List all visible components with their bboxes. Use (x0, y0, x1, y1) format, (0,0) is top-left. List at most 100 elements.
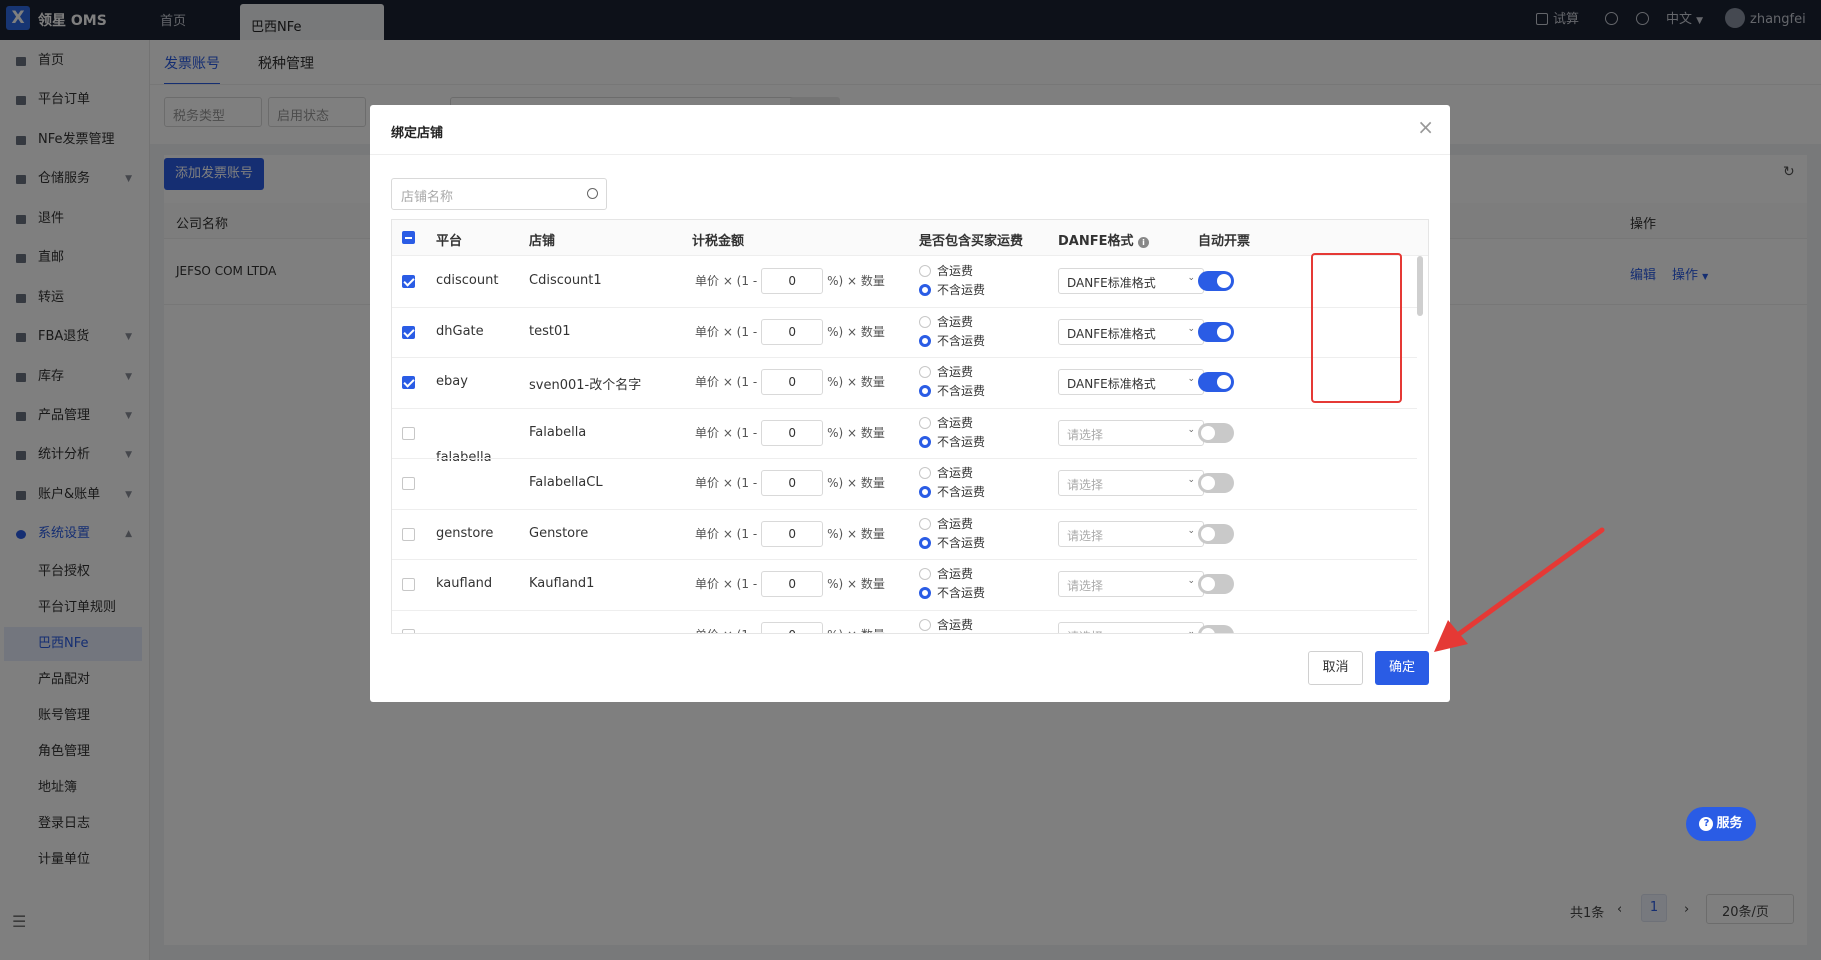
row-checkbox[interactable] (402, 426, 415, 440)
radio-icon (919, 334, 931, 347)
chevron-down-icon: ⌄ (1187, 374, 1195, 384)
tax-suffix: %) × 数量 (827, 526, 885, 541)
radio-label: 不含运费 (937, 333, 986, 348)
store-name: Genstore (529, 525, 589, 541)
close-icon[interactable]: × (1417, 117, 1434, 137)
danfe-format-select[interactable]: DANFE标准格式 ⌄ (1058, 318, 1204, 345)
radio-icon (919, 366, 931, 378)
store-name: Cdiscount1 (529, 273, 602, 288)
cancel-button[interactable]: 取消 (1308, 651, 1363, 685)
store-search-input[interactable]: 店铺名称 (391, 178, 607, 210)
freight-include-radio[interactable]: 含运费 (919, 617, 973, 633)
danfe-format-select[interactable]: 请选择 ⌄ (1058, 571, 1204, 597)
store-name: Falabella (529, 424, 587, 440)
row-divider (392, 306, 1417, 308)
freight-include-radio[interactable]: 含运费 (919, 465, 973, 481)
row-checkbox[interactable] (402, 527, 415, 541)
tax-suffix: %) × 数量 (827, 476, 885, 490)
freight-include-radio[interactable]: 含运费 (919, 364, 973, 380)
scrollbar[interactable] (1417, 256, 1423, 316)
freight-exclude-radio[interactable]: 不含运费 (919, 535, 985, 551)
select-all-checkbox[interactable] (402, 231, 415, 244)
freight-exclude-radio[interactable]: 不含运费 (919, 484, 985, 500)
chevron-down-icon: ⌄ (1187, 475, 1195, 485)
tax-rate-input[interactable]: 0 (761, 571, 824, 597)
tax-rate-input[interactable]: 0 (761, 621, 824, 633)
freight-include-radio[interactable]: 含运费 (919, 516, 973, 532)
danfe-format-select[interactable]: 请选择 ⌄ (1058, 520, 1204, 547)
row-checkbox[interactable] (402, 628, 415, 633)
auto-invoice-toggle[interactable] (1198, 473, 1234, 493)
freight-exclude-radio[interactable]: 不含运费 (919, 282, 985, 298)
tax-formula: 单价 × (1 -0%) × 数量 (695, 621, 885, 634)
service-label: 服务 (1716, 816, 1743, 831)
tax-prefix: 单价 × (1 - (695, 628, 757, 634)
row-divider (392, 357, 1417, 358)
radio-icon (919, 265, 931, 277)
freight-include-radio[interactable]: 含运费 (919, 314, 973, 330)
tax-rate-input[interactable]: 0 (761, 318, 824, 345)
header-freight: 是否包含买家运费 (919, 234, 1024, 249)
danfe-format-select[interactable]: DANFE标准格式 ⌄ (1058, 369, 1204, 395)
row-checkbox[interactable] (402, 578, 415, 591)
header-platform: 平台 (436, 234, 463, 249)
freight-exclude-radio[interactable]: 不含运费 (919, 434, 985, 450)
radio-icon (919, 467, 931, 479)
danfe-value: 请选择 (1067, 579, 1104, 593)
service-button[interactable]: ? 服务 (1686, 807, 1756, 841)
radio-label: 含运费 (937, 466, 974, 480)
chevron-down-icon: ⌄ (1187, 626, 1195, 634)
freight-include-radio[interactable]: 含运费 (919, 415, 973, 431)
auto-invoice-toggle[interactable] (1198, 271, 1234, 291)
tax-rate-input[interactable]: 0 (761, 369, 824, 395)
radio-label: 不含运费 (937, 283, 986, 297)
radio-icon (919, 486, 931, 498)
tax-rate-input[interactable]: 0 (761, 419, 824, 446)
freight-exclude-radio[interactable]: 不含运费 (919, 585, 985, 601)
freight-include-radio[interactable]: 含运费 (919, 263, 973, 279)
radio-label: 不含运费 (937, 434, 986, 449)
radio-icon (919, 517, 931, 530)
danfe-value: 请选择 (1067, 478, 1104, 492)
header-auto-invoice: 自动开票 (1198, 234, 1251, 249)
auto-invoice-toggle[interactable] (1198, 624, 1234, 633)
danfe-format-select[interactable]: 请选择 ⌄ (1058, 470, 1204, 496)
tax-suffix: %) × 数量 (827, 324, 885, 339)
danfe-value: 请选择 (1067, 427, 1104, 442)
tax-prefix: 单价 × (1 - (695, 375, 758, 389)
auto-invoice-toggle[interactable] (1198, 422, 1234, 443)
store-name: Kaufland1 (529, 576, 595, 591)
tax-rate-input[interactable]: 0 (761, 520, 824, 547)
danfe-format-select[interactable]: DANFE标准格式 ⌄ (1058, 268, 1204, 294)
danfe-format-select[interactable]: 请选择 ⌄ (1058, 621, 1204, 634)
tax-prefix: 单价 × (1 - (695, 476, 758, 490)
row-checkbox[interactable] (402, 477, 415, 490)
auto-invoice-toggle[interactable] (1198, 372, 1234, 392)
row-divider (392, 458, 1417, 459)
tax-prefix: 单价 × (1 - (695, 425, 758, 440)
row-checkbox[interactable] (402, 325, 415, 339)
danfe-format-select[interactable]: 请选择 ⌄ (1058, 419, 1204, 446)
radio-icon (919, 284, 931, 296)
auto-invoice-toggle[interactable] (1198, 523, 1234, 544)
danfe-value: 请选择 (1067, 528, 1104, 543)
store-name: test01 (529, 323, 571, 339)
freight-exclude-radio[interactable]: 不含运费 (919, 383, 985, 399)
tax-prefix: 单价 × (1 - (695, 526, 758, 541)
auto-invoice-toggle[interactable] (1198, 321, 1234, 342)
freight-exclude-radio[interactable]: 不含运费 (919, 333, 985, 349)
tax-rate-input[interactable]: 0 (761, 268, 824, 294)
tax-suffix: %) × 数量 (827, 274, 885, 288)
platform-name: kaufland (436, 576, 493, 591)
auto-invoice-toggle[interactable] (1198, 574, 1234, 594)
tax-rate-input[interactable]: 0 (761, 470, 824, 496)
tax-formula: 单价 × (1 -0%) × 数量 (695, 571, 885, 597)
row-checkbox[interactable] (402, 275, 415, 288)
row-checkbox[interactable] (402, 376, 415, 389)
store-table-header: 平台 店铺 计税金额 是否包含买家运费 DANFE格式 i 自动开票 (392, 220, 1428, 256)
tax-formula: 单价 × (1 -0%) × 数量 (695, 470, 885, 496)
freight-include-radio[interactable]: 含运费 (919, 566, 973, 582)
tax-suffix: %) × 数量 (827, 375, 885, 389)
header-danfe-label: DANFE格式 (1058, 234, 1134, 249)
radio-label: 不含运费 (937, 535, 986, 550)
